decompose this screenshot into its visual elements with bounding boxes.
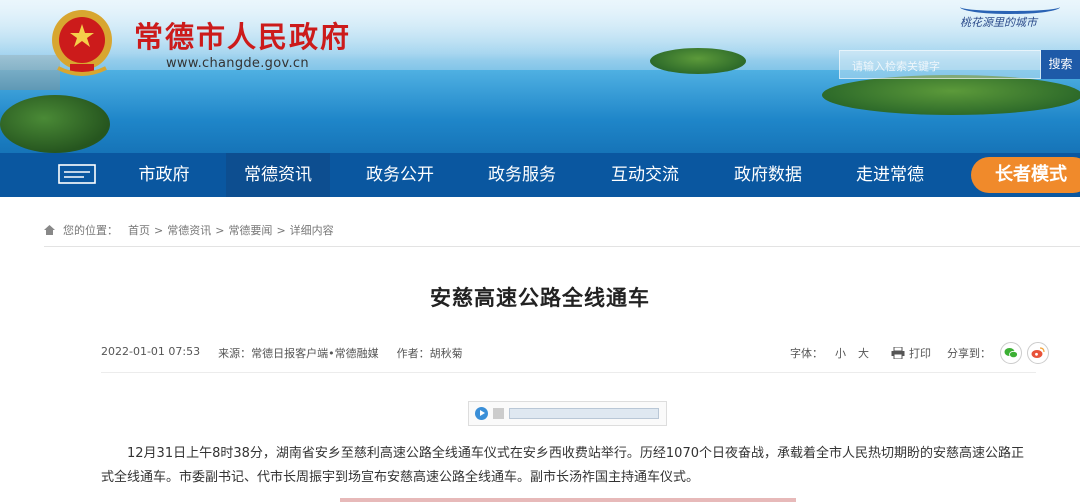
search-input[interactable]: 请输入检索关键字	[839, 50, 1041, 79]
play-icon[interactable]	[475, 407, 488, 420]
nav-item-about-changde[interactable]: 走进常德	[840, 153, 940, 197]
audio-progress-bar[interactable]	[509, 408, 659, 419]
breadcrumb-link-home[interactable]: 首页	[128, 222, 150, 238]
breadcrumb: 您的位置： 首页 > 常德资讯 > 常德要闻 > 详细内容	[44, 222, 334, 238]
breadcrumb-divider	[44, 246, 1080, 247]
article-image	[340, 498, 796, 502]
meta-divider	[101, 372, 1036, 373]
article-author: 作者：胡秋菊	[396, 347, 463, 360]
volume-icon[interactable]	[493, 408, 504, 419]
font-small-button[interactable]: 小	[835, 345, 846, 361]
nav-item-gov-affairs-open[interactable]: 政务公开	[350, 153, 450, 197]
breadcrumb-current: 详细内容	[289, 224, 334, 237]
main-nav: 市政府 常德资讯 政务公开 政务服务 互动交流 政府数据 走进常德	[0, 153, 1080, 197]
breadcrumb-separator: >	[215, 223, 225, 237]
article-tools: 字体： 小 大 打印 分享到：	[790, 342, 1049, 364]
site-title: 常德市人民政府	[134, 20, 352, 54]
audio-player	[468, 401, 667, 426]
article-source: 来源：常德日报客户端•常德融媒	[218, 347, 379, 360]
banner-island	[650, 48, 746, 74]
breadcrumb-separator: >	[154, 223, 164, 237]
nav-item-interaction[interactable]: 互动交流	[595, 153, 695, 197]
print-button[interactable]: 打印	[909, 345, 931, 361]
nav-item-gov-data[interactable]: 政府数据	[718, 153, 818, 197]
breadcrumb-prefix: 您的位置：	[63, 224, 118, 237]
slogan-logo-icon	[960, 0, 1060, 14]
nav-item-gov-services[interactable]: 政务服务	[472, 153, 572, 197]
font-large-button[interactable]: 大	[858, 345, 869, 361]
banner-trees	[0, 95, 110, 153]
breadcrumb-link-headlines[interactable]: 常德要闻	[228, 222, 272, 238]
header-banner: 常德市人民政府 www.changde.gov.cn 桃花源里的城市 请输入检索…	[0, 0, 1080, 153]
article-date: 2022-01-01 07:53	[101, 345, 201, 358]
screen-reader-icon[interactable]	[58, 164, 96, 186]
national-emblem-icon	[52, 10, 112, 76]
search-button[interactable]: 搜索	[1041, 50, 1080, 79]
nav-item-changde-news[interactable]: 常德资讯	[226, 153, 330, 197]
printer-icon[interactable]	[891, 347, 905, 359]
article-meta: 2022-01-01 07:53 来源：常德日报客户端•常德融媒 作者：胡秋菊	[101, 345, 463, 361]
article-paragraph: 12月31日上午8时38分，湖南省安乡至慈利高速公路全线通车仪式在安乡西收费站举…	[101, 446, 1024, 485]
city-slogan: 桃花源里的城市	[960, 16, 1037, 29]
banner-island	[822, 75, 1080, 115]
elder-mode-button[interactable]: 长者模式	[971, 157, 1080, 193]
article-title: 安慈高速公路全线通车	[430, 286, 650, 310]
breadcrumb-separator: >	[276, 223, 286, 237]
weibo-share-icon[interactable]	[1027, 342, 1049, 364]
breadcrumb-link-news[interactable]: 常德资讯	[167, 222, 211, 238]
home-icon	[44, 225, 55, 235]
font-size-label: 字体：	[790, 347, 823, 360]
site-url: www.changde.gov.cn	[166, 56, 309, 71]
share-label: 分享到：	[947, 347, 991, 360]
wechat-share-icon[interactable]	[1000, 342, 1022, 364]
nav-item-city-gov[interactable]: 市政府	[118, 153, 210, 197]
